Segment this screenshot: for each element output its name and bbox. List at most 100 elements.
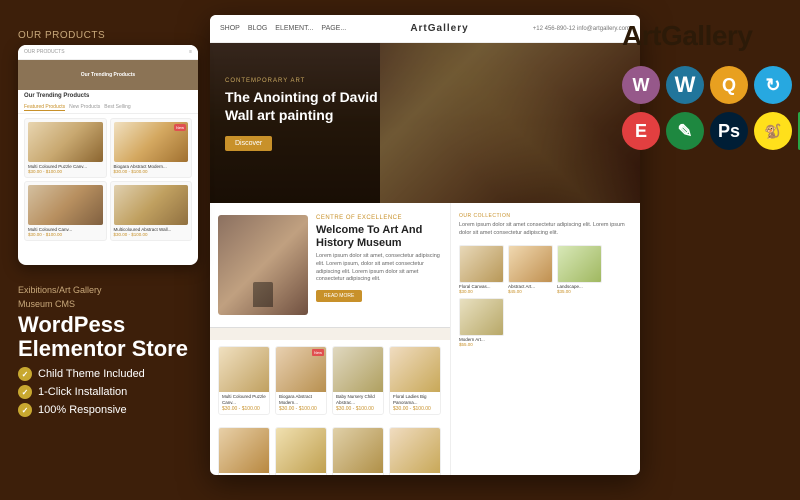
products-bar	[210, 327, 450, 340]
mobile-banner-text: Our Trending Products	[81, 72, 135, 78]
desktop-product-5[interactable]: Multi Coloured Canva... $30.00	[218, 427, 270, 475]
museum-section: CENTRE OF EXCELLENCE Welcome To Art And …	[210, 203, 450, 327]
museum-image	[218, 215, 308, 315]
check-icon-1	[18, 367, 32, 381]
mailchimp-icon[interactable]: 🐒	[754, 112, 792, 150]
desktop-mockup: SHOP BLOG ELEMENT... PAGE... ArtGallery …	[210, 15, 640, 475]
desktop-product-8[interactable]: Green And Black Dream... $30.00	[389, 427, 441, 475]
mobile-product-inner-4	[114, 185, 189, 225]
mobile-product-price-1: $30.00 - $100.00	[28, 169, 103, 174]
right-product-price-2: $45.00	[508, 289, 553, 294]
mobile-header-right: ≡	[189, 49, 192, 55]
tab-new[interactable]: New Products	[69, 104, 100, 111]
right-product-price-3: $35.00	[557, 289, 602, 294]
wordpress-icon[interactable]: W	[666, 66, 704, 104]
product-price-1: $30.00 - $100.00	[222, 406, 266, 412]
product-image-7	[333, 428, 383, 473]
forms-icon[interactable]: ✎	[666, 112, 704, 150]
right-brand: ArtGallery W W Q ↻ E ✎ Ps 🐒 FREE	[622, 20, 782, 158]
hero-text: CONTEMPORARY ART The Anointing of David …	[225, 78, 385, 151]
icons-row-1: W W Q ↻	[622, 66, 792, 104]
mobile-banner: Our Trending Products	[18, 60, 198, 90]
product-image-1	[219, 347, 269, 392]
check-icon-3	[18, 403, 32, 417]
right-product-img-4	[459, 298, 504, 336]
mobile-tabs: Featured Products New Products Best Sell…	[18, 102, 198, 114]
right-product-price-4: $55.00	[459, 342, 504, 347]
museum-button[interactable]: READ MORE	[316, 290, 362, 302]
desktop-product-4[interactable]: Floral Ladies Big Panorama... $30.00 - $…	[389, 346, 441, 415]
product-name-4: Floral Ladies Big Panorama...	[393, 394, 437, 406]
mobile-product-1[interactable]: Multi Coloured Puzzle Canv... $30.00 - $…	[24, 118, 107, 178]
mobile-products-title: Our Trending Products	[18, 90, 198, 102]
features-section: Exibitions/Art Gallery Museum CMS WordPe…	[18, 285, 218, 421]
hero-small-text: CONTEMPORARY ART	[225, 78, 385, 84]
feature-text-1: Child Theme Included	[38, 368, 145, 380]
desktop-nav: SHOP BLOG ELEMENT... PAGE... ArtGallery …	[210, 15, 640, 43]
elementor-icon[interactable]: E	[622, 112, 660, 150]
product-price-2: $30.00 - $100.00	[279, 406, 323, 412]
woocommerce-icon[interactable]: W	[622, 66, 660, 104]
right-product-2[interactable]: Abstract Art... $45.00	[508, 245, 553, 294]
product-image-8	[390, 428, 440, 473]
museum-text: CENTRE OF EXCELLENCE Welcome To Art And …	[316, 215, 442, 315]
product-price-3: $30.00 - $100.00	[336, 406, 380, 412]
right-product-1[interactable]: Floral Canvas... $30.00	[459, 245, 504, 294]
mobile-product-img-3	[28, 185, 103, 225]
mobile-product-price-3: $30.00 - $100.00	[28, 232, 103, 237]
feat-title: WordPessElementor Store	[18, 313, 218, 361]
mobile-product-grid: Multi Coloured Puzzle Canv... $30.00 - $…	[18, 114, 198, 245]
left-subtitle: OUR PRODUCTS	[18, 30, 208, 41]
nav-shop[interactable]: SHOP	[220, 25, 240, 32]
product-image-5	[219, 428, 269, 473]
product-price-4: $30.00 - $100.00	[393, 406, 437, 412]
brand-title: ArtGallery	[622, 20, 752, 52]
desktop-product-7[interactable]: Coloured Multi Color Floral... $30.00	[332, 427, 384, 475]
right-text-block: OUR COLLECTION Lorem ipsum dolor sit ame…	[459, 213, 632, 237]
desktop-content: CENTRE OF EXCELLENCE Welcome To Art And …	[210, 203, 640, 475]
mobile-product-inner-3	[28, 185, 103, 225]
content-right: OUR COLLECTION Lorem ipsum dolor sit ame…	[450, 203, 640, 475]
feature-text-2: 1-Click Installation	[38, 386, 127, 398]
right-body: Lorem ipsum dolor sit amet consectetur a…	[459, 222, 632, 237]
desktop-product-3[interactable]: Baby Nursery Child Abstrac... $30.00 - $…	[332, 346, 384, 415]
tab-featured[interactable]: Featured Products	[24, 104, 65, 111]
feat-subtitle: Exibitions/Art Gallery	[18, 285, 218, 295]
left-panel: OUR PRODUCTS OUR PRODUCTS ≡ Our Trending…	[18, 30, 208, 265]
desktop-product-2[interactable]: New Biogara Abstract Modern... $30.00 - …	[275, 346, 327, 415]
feature-item-3: 100% Responsive	[18, 403, 218, 417]
product-name-3: Baby Nursery Child Abstrac...	[336, 394, 380, 406]
desktop-product-6[interactable]: Multicoloured Abstract Wall... $30.00	[275, 427, 327, 475]
hero-section: CONTEMPORARY ART The Anointing of David …	[210, 43, 640, 203]
desktop-product-1[interactable]: Multi Coloured Puzzle Canv... $30.00 - $…	[218, 346, 270, 415]
desktop-products-row2: Multi Coloured Canva... $30.00 Multicolo…	[210, 421, 450, 475]
right-product-img-1	[459, 245, 504, 283]
product-image-3	[333, 347, 383, 392]
product-name-1: Multi Coloured Puzzle Canv...	[222, 394, 266, 406]
photoshop-icon[interactable]: Ps	[710, 112, 748, 150]
mobile-product-3[interactable]: Multi Coloured Canv... $30.00 - $100.00	[24, 181, 107, 241]
new-badge-2: New	[312, 349, 324, 356]
nav-blog[interactable]: BLOG	[248, 25, 267, 32]
tab-best[interactable]: Best Selling	[104, 104, 130, 111]
mobile-product-4[interactable]: Multicoloured Abstract Wall... $30.00 - …	[110, 181, 193, 241]
hero-button[interactable]: Discover	[225, 136, 272, 151]
hero-title: The Anointing of David Wall art painting	[225, 88, 385, 124]
check-icon-2	[18, 385, 32, 399]
product-name-2: Biogara Abstract Modern...	[279, 394, 323, 406]
refresh-icon[interactable]: ↻	[754, 66, 792, 104]
nav-element[interactable]: ELEMENT...	[275, 25, 313, 32]
feat-subtitle2: Museum CMS	[18, 299, 218, 309]
nav-page[interactable]: PAGE...	[321, 25, 346, 32]
right-product-4[interactable]: Modern Art... $55.00	[459, 298, 504, 347]
feature-item-1: Child Theme Included	[18, 367, 218, 381]
mobile-product-2[interactable]: New Biogara Abstract Modern... $30.00 - …	[110, 118, 193, 178]
right-product-img-2	[508, 245, 553, 283]
mobile-content: Our Trending Products Featured Products …	[18, 90, 198, 245]
query-icon[interactable]: Q	[710, 66, 748, 104]
right-product-3[interactable]: Landscape... $35.00	[557, 245, 602, 294]
nav-links: SHOP BLOG ELEMENT... PAGE...	[220, 25, 346, 32]
feature-item-2: 1-Click Installation	[18, 385, 218, 399]
product-image-2: New	[276, 347, 326, 392]
right-product-price-1: $30.00	[459, 289, 504, 294]
